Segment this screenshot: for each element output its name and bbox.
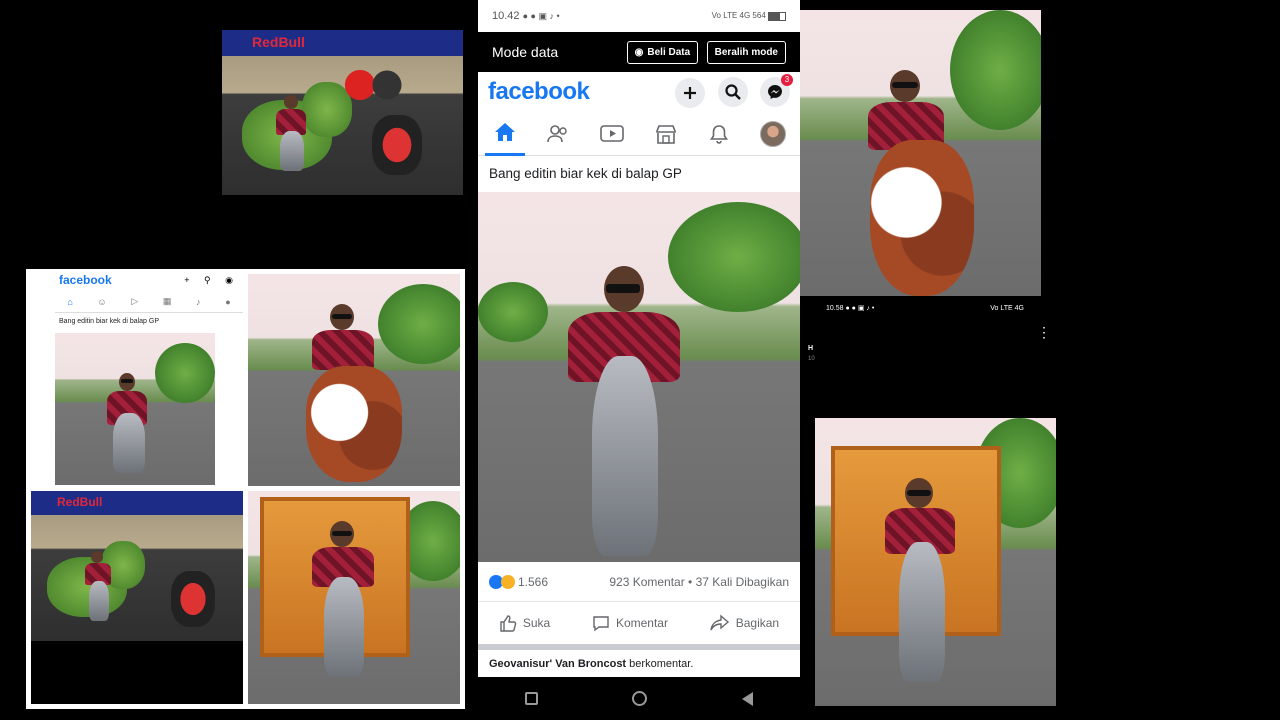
recents-icon[interactable] bbox=[525, 692, 539, 705]
facebook-tab-bar bbox=[478, 112, 800, 156]
comment-icon bbox=[593, 616, 609, 632]
phone-screen: 10.42 ● ● ▣ ♪ • Vo LTE 4G 564 Mode data … bbox=[478, 0, 800, 720]
marketplace-icon bbox=[655, 124, 676, 144]
post-caption: Bang editin biar kek di balap GP bbox=[489, 166, 682, 181]
mini-friends-icon: ☺ bbox=[97, 296, 107, 307]
android-nav-bar bbox=[478, 677, 800, 720]
tab-profile[interactable] bbox=[753, 112, 793, 156]
facebook-logo[interactable]: facebook bbox=[488, 78, 590, 106]
tab-watch[interactable] bbox=[592, 112, 632, 156]
watch-icon bbox=[600, 124, 624, 142]
share-icon bbox=[710, 614, 729, 631]
mini-bell-icon: ♪ bbox=[196, 296, 201, 307]
bell-icon bbox=[710, 124, 729, 144]
like-button[interactable]: Suka bbox=[499, 614, 550, 632]
meme-cart-photo bbox=[248, 491, 460, 704]
beralih-mode-button[interactable]: Beralih mode bbox=[706, 40, 786, 64]
status-notification-icons: ● ● ▣ ♪ • bbox=[522, 11, 560, 21]
status-bar: 10.42 ● ● ▣ ♪ • Vo LTE 4G 564 bbox=[478, 0, 800, 32]
right-status-signal: Vo LTE 4G bbox=[990, 304, 1024, 312]
plus-icon[interactable] bbox=[675, 77, 706, 108]
mini-profile-icon: ● bbox=[225, 296, 231, 307]
mini-facebook-screenshot: facebook + ⚲ ◉ ⌂ ☺ ▷ ▦ ♪ ● Bang editin b… bbox=[55, 269, 243, 485]
haha-reaction-icon bbox=[501, 574, 515, 589]
battery-icon bbox=[768, 11, 786, 21]
comment-notice[interactable]: Geovanisur' Van Broncost berkomentar. bbox=[478, 644, 800, 678]
tab-marketplace[interactable] bbox=[646, 112, 686, 156]
home-button-icon[interactable] bbox=[632, 691, 648, 706]
meme-cow-large bbox=[800, 10, 1041, 296]
tab-notifications[interactable] bbox=[699, 112, 739, 156]
mini-marketplace-icon: ▦ bbox=[162, 296, 172, 306]
meme-racing-grass-photo: RedBull bbox=[222, 30, 463, 195]
mini-post-caption: Bang editin biar kek di balap GP bbox=[59, 318, 160, 325]
search-icon[interactable] bbox=[717, 76, 748, 107]
profile-icon bbox=[760, 120, 787, 147]
meme-cart-large bbox=[815, 418, 1056, 706]
collage-panel: facebook + ⚲ ◉ ⌂ ☺ ▷ ▦ ♪ ● Bang editin b… bbox=[26, 269, 465, 709]
post-actions: Suka Komentar Bagikan bbox=[478, 602, 800, 644]
beli-data-button[interactable]: ◉ Beli Data bbox=[626, 40, 699, 64]
tab-home[interactable] bbox=[484, 112, 525, 156]
reactions-row: 1.566 923 Komentar • 37 Kali Dibagikan bbox=[478, 562, 800, 602]
data-mode-bar: Mode data ◉ Beli Data Beralih mode bbox=[478, 32, 800, 72]
comment-button[interactable]: Komentar bbox=[592, 614, 668, 632]
like-icon bbox=[500, 615, 517, 632]
post-image[interactable] bbox=[478, 192, 800, 562]
status-signal: Vo LTE 4G 564 bbox=[712, 11, 786, 21]
mini-home-icon: ⌂ bbox=[67, 296, 73, 307]
right-status-time: 10.58 bbox=[826, 305, 844, 312]
more-options-icon[interactable]: ⋮ bbox=[1037, 325, 1051, 339]
right-status-icons: ● ● ▣ ♪ • bbox=[845, 305, 875, 312]
mini-watch-icon: ▷ bbox=[131, 296, 139, 306]
tab-friends[interactable] bbox=[538, 112, 578, 156]
messenger-badge: 3 bbox=[781, 73, 793, 86]
reaction-count: 1.566 bbox=[518, 574, 549, 589]
share-button[interactable]: Bagikan bbox=[710, 614, 779, 632]
comments-shares-count[interactable]: 923 Komentar • 37 Kali Dibagikan bbox=[609, 575, 789, 589]
mini-facebook-logo: facebook bbox=[59, 273, 112, 287]
back-icon[interactable] bbox=[741, 691, 753, 706]
messenger-icon[interactable]: 3 bbox=[760, 73, 793, 107]
right-hint-digits: 10 bbox=[808, 356, 815, 362]
meme-racing-grass-small: RedBull bbox=[31, 491, 243, 641]
facebook-header: facebook 3 bbox=[478, 72, 800, 112]
reaction-summary[interactable]: 1.566 bbox=[489, 574, 549, 589]
podcast-icon: ◉ bbox=[634, 46, 644, 58]
mode-data-title: Mode data bbox=[492, 44, 559, 60]
status-time: 10.42 bbox=[492, 10, 520, 22]
mini-header-icons: + ⚲ ◉ bbox=[184, 274, 239, 285]
collage-redbull-banner: RedBull bbox=[31, 491, 243, 515]
meme-cow-photo bbox=[248, 274, 460, 486]
comment-author: Geovanisur' Van Broncost bbox=[489, 658, 627, 670]
right-status-bar: 10.58 ● ● ▣ ♪ • Vo LTE 4G bbox=[800, 296, 1050, 320]
home-icon bbox=[494, 123, 515, 141]
redbull-banner: RedBull bbox=[222, 30, 463, 56]
right-hint-letter: H bbox=[808, 345, 814, 352]
friends-icon bbox=[547, 124, 568, 142]
